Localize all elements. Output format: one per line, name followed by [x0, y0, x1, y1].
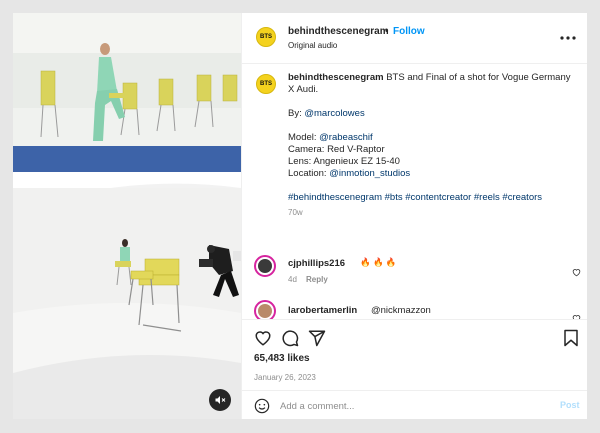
hashtags[interactable]: #behindthescenegram #bts #contentcreator…: [288, 192, 542, 203]
avatar-logo-text: BTS: [260, 81, 272, 87]
author-avatar[interactable]: BTS: [256, 27, 276, 47]
likes-count[interactable]: 65,483 likes: [254, 353, 310, 364]
comment-avatar[interactable]: [254, 300, 276, 319]
comment-text: 🔥 🔥 🔥: [360, 257, 397, 267]
model-handle-link[interactable]: @rabeaschif: [319, 132, 372, 143]
heart-icon: [255, 331, 271, 346]
location-handle-link[interactable]: @inmotion_studios: [329, 168, 410, 179]
comment-like-button[interactable]: [572, 264, 581, 282]
header-separator: •: [385, 26, 389, 37]
video-frame: [13, 13, 241, 419]
comment-icon: [282, 330, 299, 347]
emoji-button[interactable]: [254, 398, 270, 419]
avatar-logo-text: BTS: [260, 34, 272, 40]
follow-button[interactable]: Follow: [393, 26, 425, 37]
comment-username[interactable]: cjphillips216: [288, 258, 345, 269]
share-icon: [308, 330, 326, 347]
post-video[interactable]: [13, 13, 241, 419]
comment-input[interactable]: [280, 399, 540, 413]
caption-avatar[interactable]: BTS: [256, 74, 276, 94]
model-label: Model:: [288, 132, 320, 143]
heart-icon: [572, 269, 581, 277]
camera-line: Camera: Red V-Raptor: [288, 144, 385, 155]
emoji-icon: [254, 398, 270, 414]
by-handle-link[interactable]: @marcolowes: [304, 108, 364, 119]
comment-mention-link[interactable]: @nickmazzon: [371, 305, 431, 316]
caption-time: 70w: [288, 208, 303, 217]
reply-button[interactable]: Reply: [306, 275, 328, 284]
by-label: By:: [288, 108, 305, 119]
save-button[interactable]: [563, 329, 579, 352]
post-details: BTS behindthescenegram • Follow Original…: [241, 13, 587, 419]
lens-line: Lens: Angenieux EZ 15-40: [288, 156, 400, 167]
mute-button[interactable]: [209, 389, 231, 411]
comment-button[interactable]: [281, 329, 299, 352]
comment-time: 4d: [288, 275, 297, 284]
author-username[interactable]: behindthescenegram: [288, 26, 389, 37]
comments-section[interactable]: BTS behindthescenegram BTS and Final of …: [242, 64, 587, 319]
post-actions: 65,483 likes January 26, 2023 Post: [242, 319, 587, 419]
post-modal: BTS behindthescenegram • Follow Original…: [13, 13, 587, 419]
bookmark-icon: [564, 329, 578, 347]
post-caption: behindthescenegram BTS and Final of a sh…: [288, 72, 578, 219]
caption-username[interactable]: behindthescenegram: [288, 72, 384, 83]
like-button[interactable]: [254, 329, 272, 352]
mute-icon: [215, 396, 226, 404]
comment-username[interactable]: larobertamerlin: [288, 305, 357, 316]
more-options-button[interactable]: [560, 30, 576, 40]
post-header: BTS behindthescenegram • Follow Original…: [242, 13, 587, 64]
add-comment-bar: Post: [242, 390, 587, 419]
post-comment-button[interactable]: Post: [560, 400, 580, 410]
comment-avatar[interactable]: [254, 255, 276, 277]
audio-link[interactable]: Original audio: [288, 41, 337, 50]
post-date: January 26, 2023: [254, 373, 316, 382]
comment-like-button[interactable]: [572, 310, 581, 319]
location-label: Location:: [288, 168, 330, 179]
share-button[interactable]: [308, 329, 326, 352]
more-horizontal-icon: [560, 36, 576, 40]
